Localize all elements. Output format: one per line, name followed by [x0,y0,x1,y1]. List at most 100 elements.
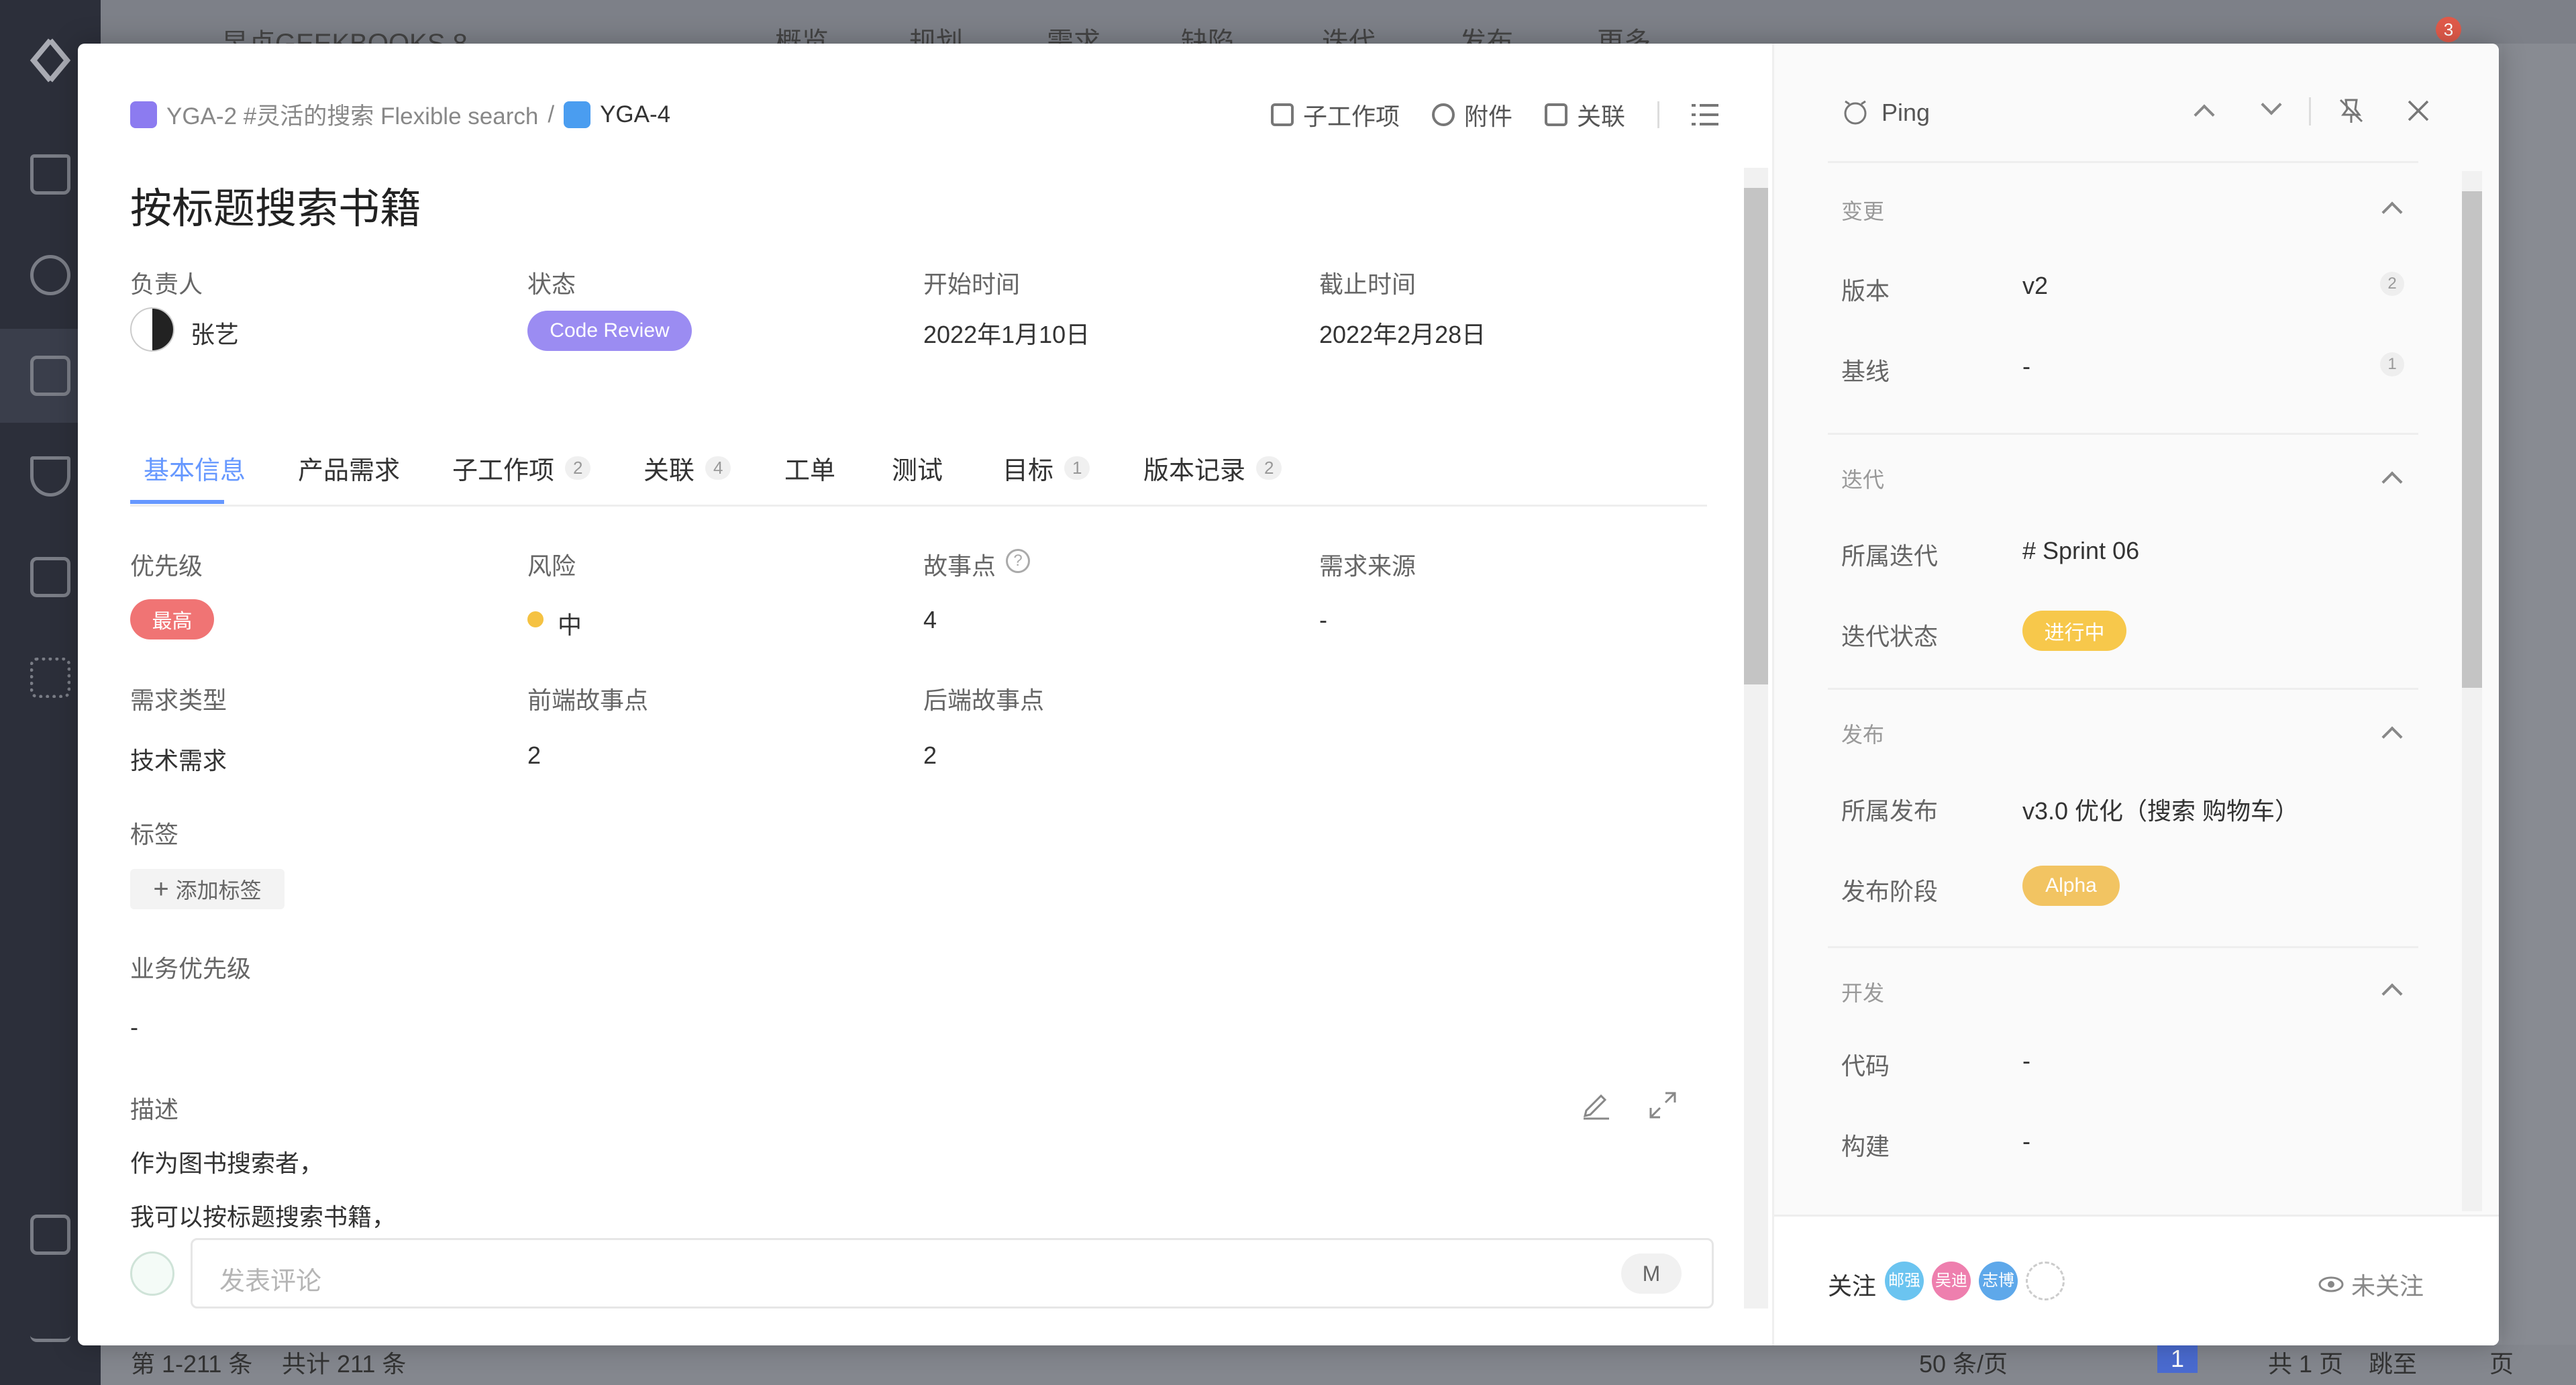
risk-value[interactable]: 中 [558,606,582,641]
section-release-title: 发布 [1841,723,1885,747]
subitem-button[interactable]: 子工作项 [1270,97,1400,132]
work-item-title[interactable]: 按标题搜索书籍 [130,174,421,235]
side-scrollbar[interactable] [2462,171,2482,1211]
collapse-change-icon[interactable] [2381,201,2403,223]
side-scroll-thumb[interactable] [2462,191,2482,688]
home-icon[interactable] [30,154,70,195]
list-icon[interactable] [1692,103,1718,127]
apps-icon[interactable] [30,255,70,295]
chevron-down-icon[interactable] [2261,94,2282,115]
main-scrollbar[interactable] [1744,168,1768,1309]
test-icon[interactable] [30,456,70,497]
active-tab-indicator [130,500,224,504]
version-value[interactable]: v2 [2022,272,2048,300]
points-value[interactable]: 4 [923,606,937,634]
source-value[interactable]: - [1319,606,1327,634]
biz-priority-value[interactable]: - [130,1013,138,1041]
edit-icon[interactable] [1581,1090,1610,1120]
description-line-1[interactable]: 作为图书搜索者， [130,1144,323,1179]
collapse-release-icon[interactable] [2381,726,2403,748]
close-icon[interactable] [2406,99,2430,123]
type-label: 需求类型 [130,686,227,714]
tab-basic-info[interactable]: 基本信息 [144,450,246,486]
relate-button[interactable]: 关联 [1544,97,1625,132]
due-date[interactable]: 2022年2月28日 [1319,315,1486,350]
tab-product-requirements[interactable]: 产品需求 [298,450,400,486]
background-right-panel [2502,44,2576,1345]
detail-toolbar: 子工作项 附件 关联 [1270,97,1718,132]
iteration-status-badge[interactable]: 进行中 [2022,611,2126,651]
tab-relations[interactable]: 关联 4 [643,450,731,486]
comment-input[interactable]: 发表评论 M [191,1238,1714,1309]
tab-tickets[interactable]: 工单 [784,450,835,486]
start-date[interactable]: 2022年1月10日 [923,315,1090,350]
help-icon[interactable]: ? [1006,549,1030,573]
notification-badge[interactable]: 3 [2436,17,2461,42]
baseline-value[interactable]: - [2022,352,2030,380]
detail-side-panel: Ping 变更 版本 v2 2 基线 - 1 迭代 所属迭代 # Sprint … [1772,44,2499,1345]
grid-icon[interactable] [30,658,70,698]
priority-badge[interactable]: 最高 [130,599,214,639]
app-header: 昱贞GEEKBOOKS 8 概览 规划 需求 缺陷 迭代 发布 更多 3 [101,0,2576,58]
breadcrumb-current[interactable]: YGA-4 [600,101,670,128]
add-tag-label: 添加标签 [175,878,262,903]
ping-button[interactable]: Ping [1882,99,1930,127]
description-line-2[interactable]: 我可以按标题搜索书籍， [130,1198,396,1233]
add-tag-button[interactable]: + 添加标签 [130,869,285,909]
iteration-value[interactable]: # Sprint 06 [2022,537,2139,565]
status-badge[interactable]: Code Review [527,311,692,351]
pin-icon[interactable] [2338,97,2365,124]
epic-icon [130,101,157,128]
main-scroll-thumb[interactable] [1744,188,1768,684]
attachment-button[interactable]: 附件 [1431,97,1512,132]
menu-icon[interactable] [30,1315,70,1342]
version-count: 2 [2380,272,2404,296]
assignee-name[interactable]: 张艺 [191,315,239,350]
risk-dot-icon [527,611,544,627]
section-dev-title: 开发 [1841,981,1885,1005]
code-value[interactable]: - [2022,1047,2030,1075]
points-label: 故事点 [923,552,996,580]
follower-avatar[interactable]: 吴迪 [1932,1262,1971,1300]
expand-icon[interactable] [1648,1090,1678,1120]
section-change-title: 变更 [1841,199,1885,223]
status-label: 状态 [527,270,576,298]
work-item-modal: YGA-2 #灵活的搜索 Flexible search / YGA-4 子工作… [78,44,2499,1345]
be-points-value[interactable]: 2 [923,741,937,770]
iteration-label: 所属迭代 [1841,542,1939,570]
add-follower-icon[interactable] [2026,1262,2065,1300]
collapse-iteration-icon[interactable] [2381,471,2403,493]
follower-avatar[interactable]: 志博 [1979,1262,2018,1300]
unfollow-button[interactable]: 未关注 [2318,1267,2424,1302]
type-value[interactable]: 技术需求 [130,741,227,776]
version-label: 版本 [1841,277,1890,305]
collapse-dev-icon[interactable] [2381,983,2403,1005]
chevron-up-icon[interactable] [2194,104,2215,125]
app-logo [30,38,71,83]
risk-label: 风险 [527,552,576,580]
wiki-icon[interactable] [30,557,70,597]
footer-total: 共计 211 条 [282,1350,407,1378]
tab-subitems[interactable]: 子工作项 2 [452,450,591,486]
baseline-label: 基线 [1841,358,1890,385]
cube-icon[interactable] [30,1215,70,1255]
comment-placeholder: 发表评论 [219,1268,322,1296]
assignee-label: 负责人 [130,270,203,298]
tab-tests[interactable]: 测试 [892,450,943,486]
follower-avatar[interactable]: 邮强 [1885,1262,1924,1300]
assignee-avatar[interactable] [130,307,174,352]
page-button-1[interactable]: 1 [2157,1345,2198,1373]
page-size-select[interactable]: 50 条/页 [1919,1345,2008,1380]
mention-shortcut[interactable]: M [1621,1253,1682,1294]
tab-goals[interactable]: 目标 1 [1002,450,1090,486]
section-iteration-title: 迭代 [1841,468,1885,492]
tab-versions[interactable]: 版本记录 2 [1143,450,1282,486]
breadcrumb-parent[interactable]: YGA-2 #灵活的搜索 Flexible search [166,97,538,132]
detail-main: YGA-2 #灵活的搜索 Flexible search / YGA-4 子工作… [78,44,1772,1345]
release-value[interactable]: v3.0 优化（搜索 购物车） [2022,792,2299,827]
release-stage-badge[interactable]: Alpha [2022,866,2120,906]
fe-points-value[interactable]: 2 [527,741,541,770]
priority-label: 优先级 [130,552,203,580]
build-value[interactable]: - [2022,1127,2030,1156]
project-icon[interactable] [30,356,70,396]
